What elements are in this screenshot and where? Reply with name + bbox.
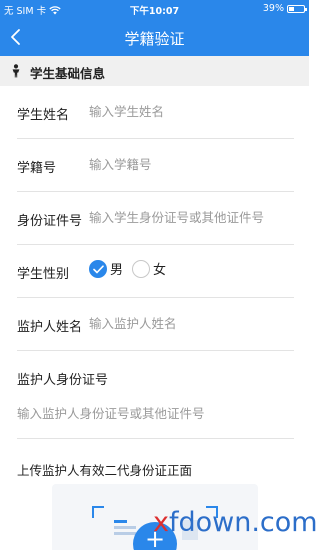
- watermark-prefix: x: [153, 507, 169, 538]
- id-number-input[interactable]: [89, 210, 294, 225]
- section-title: 学生基础信息: [30, 66, 106, 81]
- gender-female-label: 女: [153, 263, 167, 278]
- battery-percent: 39%: [262, 3, 284, 14]
- id-number-label: 身份证件号: [17, 214, 83, 229]
- checkmark-circle-icon: [89, 259, 107, 278]
- frame-corner: [92, 506, 104, 518]
- gender-male-label: 男: [110, 263, 124, 278]
- gender-female-radio[interactable]: 女: [132, 259, 166, 278]
- battery-icon: [287, 4, 307, 13]
- gender-row: 学生性别 男 女: [17, 245, 294, 298]
- guardian-id-label: 监护人身份证号: [17, 373, 109, 388]
- guardian-id-input[interactable]: [17, 406, 294, 421]
- student-name-input[interactable]: [89, 104, 294, 119]
- student-name-label: 学生姓名: [17, 108, 70, 123]
- guardian-id-row: 监护人身份证号: [17, 351, 294, 439]
- nav-bar: 学籍验证: [0, 18, 309, 56]
- id-number-row: 身份证件号: [17, 192, 294, 245]
- upload-label: 上传监护人有效二代身份证正面: [17, 463, 193, 478]
- watermark-text: fdown.com: [168, 507, 318, 538]
- student-id-label: 学籍号: [17, 161, 57, 176]
- student-name-row: 学生姓名: [17, 86, 294, 139]
- status-right: 39%: [262, 3, 307, 14]
- gender-label: 学生性别: [17, 267, 70, 282]
- status-bar: 无 SIM 卡 下午10:07 39%: [0, 0, 309, 18]
- gender-male-radio[interactable]: 男: [89, 259, 123, 278]
- person-icon: [12, 64, 20, 78]
- guardian-name-row: 监护人姓名: [17, 298, 294, 351]
- section-header: 学生基础信息: [0, 56, 309, 86]
- watermark: xfdown.com: [153, 507, 318, 538]
- empty-circle-icon: [132, 259, 150, 278]
- student-id-input[interactable]: [89, 157, 294, 172]
- guardian-name-input[interactable]: [89, 316, 294, 331]
- page-title: 学籍验证: [124, 30, 185, 48]
- student-id-row: 学籍号: [17, 139, 294, 192]
- guardian-name-label: 监护人姓名: [17, 320, 83, 335]
